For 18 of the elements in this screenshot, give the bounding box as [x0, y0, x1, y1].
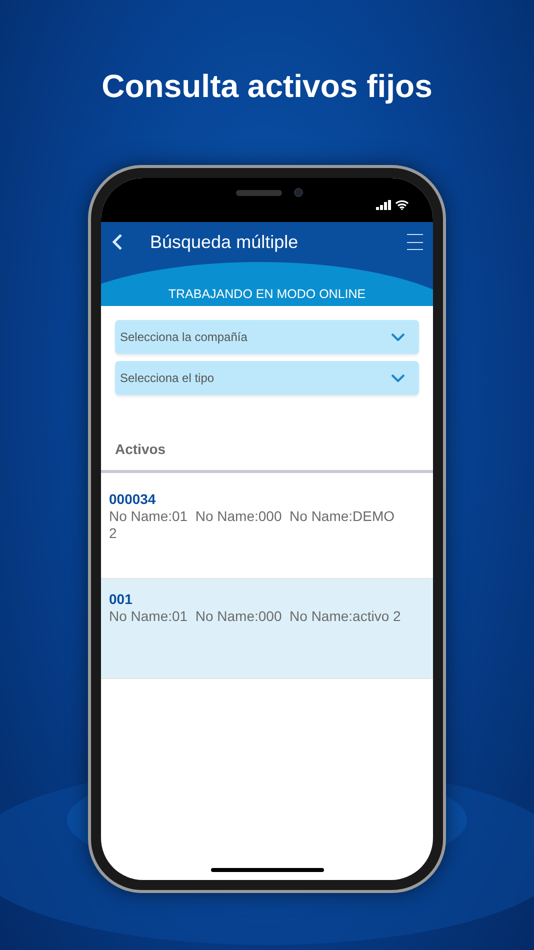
asset-details: No Name:01 No Name:000 No Name:activo 2: [109, 608, 402, 625]
camera-icon: [294, 188, 303, 197]
chevron-down-icon: [391, 374, 405, 382]
section-title: Activos: [115, 441, 166, 457]
asset-code: 000034: [109, 490, 157, 508]
headline: Consulta activos fijos: [102, 67, 432, 106]
asset-details: No Name:01 No Name:000 No Name:DEMO 2: [109, 508, 396, 542]
chevron-down-icon: [391, 333, 405, 341]
asset-code: 001: [109, 590, 134, 608]
select-field[interactable]: Selecciona el tipo: [115, 361, 419, 395]
select-field[interactable]: Selecciona la compañía: [115, 320, 419, 354]
speaker-icon: [236, 190, 282, 196]
screen-title: Búsqueda múltiple: [150, 230, 298, 254]
menu-button[interactable]: [407, 234, 423, 250]
wifi-icon: [395, 200, 409, 210]
signal-icon: [376, 200, 391, 210]
mode-label: TRABAJANDO EN MODO ONLINE: [168, 286, 366, 304]
asset-row[interactable]: 001 No Name:01 No Name:000 No Name:activo 2: [101, 579, 433, 679]
